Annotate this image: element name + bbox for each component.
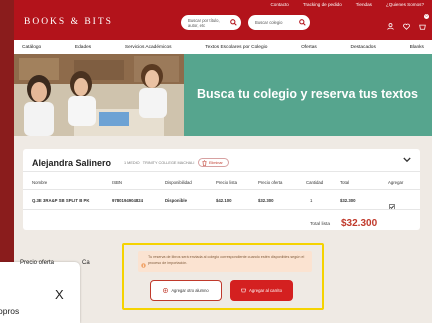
total-value: $32.300 xyxy=(341,218,378,229)
overlay-header: Precio oferta Ca xyxy=(0,260,98,272)
school-search-icon[interactable] xyxy=(297,18,307,28)
nav-featured[interactable]: Destacados xyxy=(351,45,376,50)
add-checkbox[interactable] xyxy=(389,197,395,215)
col-header-offer-price: Precio oferta xyxy=(258,180,283,185)
hero-title: Busca tu colegio y reserva tus textos xyxy=(197,87,418,101)
remove-student-button[interactable]: Eliminar xyxy=(198,158,229,167)
header-icons: 0 xyxy=(387,14,429,30)
col-header-quantity: Cantidad xyxy=(306,180,324,185)
link-stores[interactable]: Tiendas xyxy=(356,2,372,7)
row-name: Q.3E 3RA&P SB SPLIT B PK xyxy=(32,198,90,203)
link-contact[interactable]: Contacto xyxy=(270,2,288,7)
card-divider xyxy=(23,171,420,172)
student-meta: 1 MEDIO TRINITY COLLEGE MACHALI xyxy=(124,161,194,165)
overlay-text: opros xyxy=(0,306,20,316)
col-header-name: Nombre xyxy=(32,180,48,185)
user-icon[interactable] xyxy=(387,17,394,30)
remove-student-label: Eliminar xyxy=(209,161,223,165)
nav-blanks[interactable]: Blanks xyxy=(410,45,424,50)
info-icon xyxy=(141,255,146,273)
notice-text: Tu reserva de libros será enviada al col… xyxy=(148,255,305,265)
row-divider xyxy=(23,209,420,210)
overlay-header-label: Precio oferta xyxy=(20,260,55,266)
student-name: Alejandra Salinero xyxy=(32,158,112,168)
student-school: TRINITY COLLEGE MACHALI xyxy=(142,161,195,165)
row-isbn: 9780194904824 xyxy=(112,198,144,203)
col-header-availability: Disponibilidad xyxy=(165,180,192,185)
hero-photo xyxy=(14,54,184,136)
row-total: $32.300 xyxy=(340,198,356,203)
add-student-icon xyxy=(163,287,169,294)
student-card: Alejandra Salinero 1 MEDIO TRINITY COLLE… xyxy=(23,149,420,230)
main-nav: Catálogo Edades Servicios Académicos Tex… xyxy=(14,40,432,54)
nav-catalog[interactable]: Catálogo xyxy=(22,45,41,50)
logo[interactable]: BOOKS & BITS xyxy=(24,17,113,27)
search-icon[interactable] xyxy=(230,18,238,28)
header-divider xyxy=(23,189,420,190)
col-header-total: Total xyxy=(340,180,350,185)
student-grade: 1 MEDIO xyxy=(124,161,140,165)
overlay-modal: Precio oferta Ca X opros xyxy=(0,260,90,323)
cart-icon[interactable]: 0 xyxy=(419,14,429,30)
hero-banner: Busca tu colegio y reserva tus textos xyxy=(14,54,432,136)
book-search-placeholder: Buscar por título, autor, etc xyxy=(188,17,220,28)
nav-academic-services[interactable]: Servicios Académicos xyxy=(125,45,172,50)
utility-links: Contacto Tracking de pedido Tiendas ¿Qui… xyxy=(270,2,424,7)
overlay-header-fragment: Ca xyxy=(82,260,90,266)
row-list-price: $42.100 xyxy=(216,198,232,203)
add-to-cart-label: Agregar al carrito xyxy=(249,288,282,293)
heart-icon[interactable] xyxy=(403,17,410,30)
chevron-down-icon[interactable] xyxy=(403,155,411,166)
trash-icon xyxy=(202,160,207,169)
row-availability: Disponible xyxy=(165,198,187,203)
add-student-button[interactable]: Agregar otro alumno xyxy=(150,280,222,301)
nav-offers[interactable]: Ofertas xyxy=(301,45,317,50)
col-header-list-price: Precio lista xyxy=(216,180,238,185)
site-header: Contacto Tracking de pedido Tiendas ¿Qui… xyxy=(14,0,432,40)
add-student-label: Agregar otro alumno xyxy=(171,288,209,293)
close-icon[interactable]: X xyxy=(55,287,64,302)
nav-ages[interactable]: Edades xyxy=(75,45,91,50)
total-label: Total lista xyxy=(310,222,330,227)
add-to-cart-icon xyxy=(241,288,246,294)
school-search-placeholder: Buscar colegio xyxy=(255,20,283,25)
cart-count-badge: 0 xyxy=(424,14,429,19)
add-to-cart-button[interactable]: Agregar al carrito xyxy=(230,280,293,301)
row-offer-price: $32.300 xyxy=(258,198,274,203)
notice-box: Tu reserva de libros será enviada al col… xyxy=(138,251,312,272)
link-about[interactable]: ¿Quienes Somos? xyxy=(386,2,424,7)
col-header-add: Agregar xyxy=(388,180,404,185)
book-search-input[interactable]: Buscar por título, autor, etc xyxy=(181,15,241,30)
link-tracking[interactable]: Tracking de pedido xyxy=(303,2,342,7)
row-quantity[interactable]: 1 xyxy=(310,198,312,203)
nav-school-texts[interactable]: Textos Escolares por Colegio xyxy=(205,45,267,50)
school-search-input[interactable]: Buscar colegio xyxy=(248,15,310,30)
col-header-isbn: ISBN xyxy=(112,180,123,185)
